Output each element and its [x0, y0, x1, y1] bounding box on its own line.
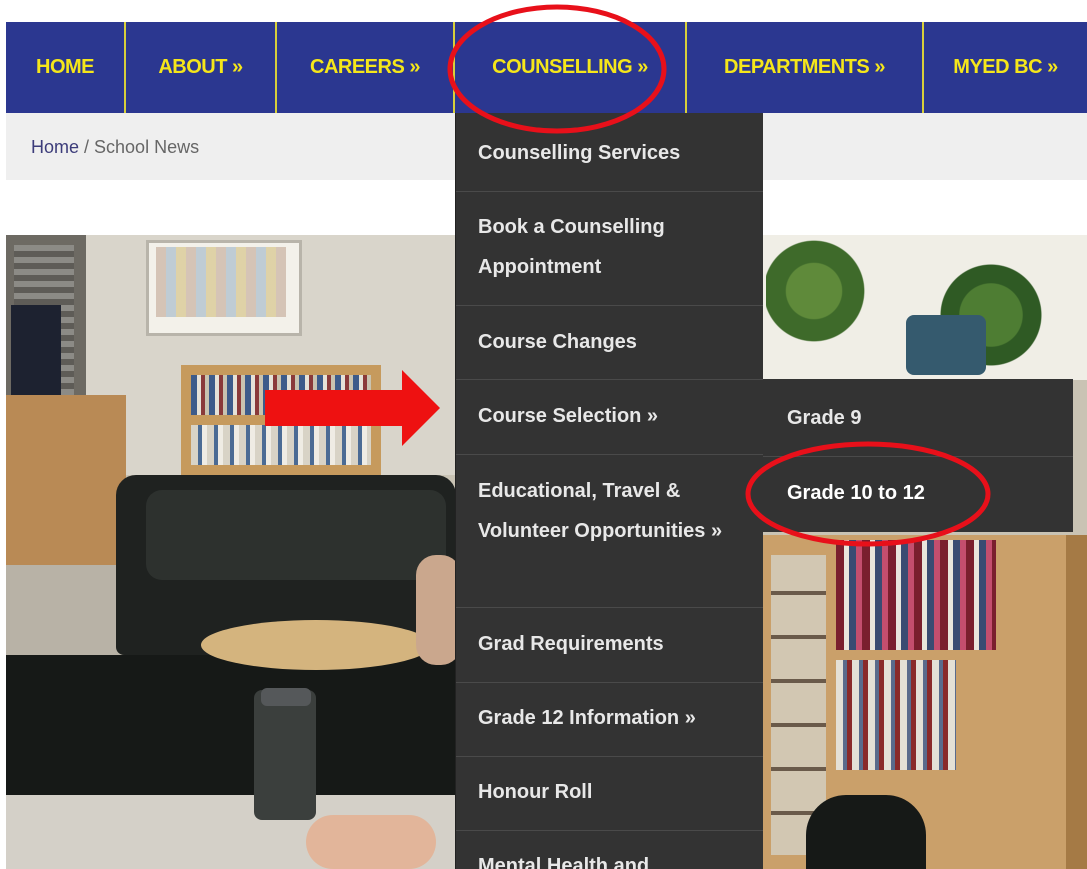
menu-item-counselling-services[interactable]: Counselling Services — [456, 113, 763, 192]
nav-home[interactable]: HOME — [6, 22, 126, 113]
main-nav: HOME ABOUT » CAREERS » COUNSELLING » DEP… — [6, 22, 1087, 113]
menu-item-grade-12-information[interactable]: Grade 12 Information » — [456, 683, 763, 757]
breadcrumb-current: School News — [94, 137, 200, 157]
nav-counselling[interactable]: COUNSELLING » — [455, 22, 687, 113]
menu-item-book-appointment[interactable]: Book a Counselling Appointment — [456, 192, 763, 306]
course-selection-submenu: Grade 9 Grade 10 to 12 — [763, 379, 1073, 532]
menu-item-educational-opportunities[interactable]: Educational, Travel & Volunteer Opportun… — [456, 455, 763, 608]
nav-departments[interactable]: DEPARTMENTS » — [687, 22, 924, 113]
menu-item-grad-requirements[interactable]: Grad Requirements — [456, 608, 763, 683]
submenu-item-grade-9[interactable]: Grade 9 — [763, 379, 1073, 457]
breadcrumb: Home / School News — [31, 137, 199, 158]
nav-about[interactable]: ABOUT » — [126, 22, 277, 113]
counselling-dropdown: Counselling Services Book a Counselling … — [455, 113, 763, 869]
menu-item-course-selection[interactable]: Course Selection » — [456, 380, 763, 455]
menu-item-course-changes[interactable]: Course Changes — [456, 306, 763, 380]
menu-item-mental-health[interactable]: Mental Health and — [456, 831, 763, 869]
submenu-item-grade-10-to-12[interactable]: Grade 10 to 12 — [763, 457, 1073, 532]
breadcrumb-home-link[interactable]: Home — [31, 137, 79, 157]
nav-careers[interactable]: CAREERS » — [277, 22, 455, 113]
nav-myed-bc[interactable]: MYED BC » — [924, 22, 1087, 113]
breadcrumb-separator: / — [79, 137, 95, 157]
menu-item-honour-roll[interactable]: Honour Roll — [456, 757, 763, 831]
